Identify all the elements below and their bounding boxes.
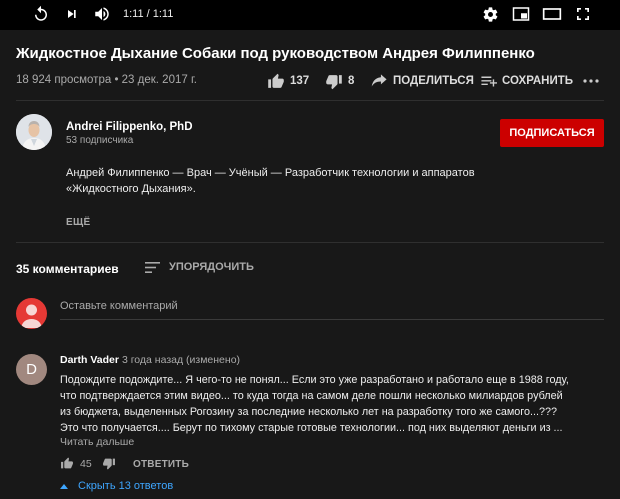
comment-count: 35 комментариев xyxy=(16,262,119,276)
save-label: СОХРАНИТЬ xyxy=(502,75,574,87)
description-line: Андрей Филиппенко — Врач — Учёный — Разр… xyxy=(66,167,475,179)
view-count-date: 18 924 просмотра • 23 дек. 2017 г. xyxy=(16,74,197,86)
thumbs-down-icon xyxy=(326,74,342,89)
comment-timestamp[interactable]: 3 года назад (изменено) xyxy=(122,354,240,366)
replay-button[interactable] xyxy=(30,4,52,24)
comment-header: Darth Vader 3 года назад (изменено) xyxy=(60,354,240,366)
comment-line: Подождите подождите... Я чего-то не поня… xyxy=(60,374,569,386)
user-icon xyxy=(21,304,42,328)
thumbs-up-icon xyxy=(268,73,284,88)
video-title: Жидкостное Дыхание Собаки под руководств… xyxy=(16,45,535,62)
read-more-link[interactable]: Читать дальше xyxy=(60,436,134,448)
theater-mode-button[interactable] xyxy=(540,4,564,24)
channel-name[interactable]: Andrei Filippenko, PhD xyxy=(66,121,193,133)
comment-author-avatar[interactable]: D xyxy=(16,354,47,385)
sort-icon xyxy=(145,261,160,273)
miniplayer-button[interactable] xyxy=(510,4,532,24)
toggle-replies-button[interactable]: Скрыть 13 ответов xyxy=(60,480,173,492)
toggle-replies-label: Скрыть 13 ответов xyxy=(78,480,174,492)
comment-line: что подтверждается этим видео... то куда… xyxy=(60,390,563,402)
divider xyxy=(16,242,604,243)
fullscreen-icon xyxy=(577,8,589,20)
miniplayer-icon xyxy=(512,7,530,21)
comment-like-count: 45 xyxy=(80,457,92,470)
more-icon xyxy=(583,79,599,83)
more-actions-button[interactable] xyxy=(583,70,604,92)
theater-icon xyxy=(542,8,562,20)
show-more-button[interactable]: ЕЩЁ xyxy=(66,217,90,228)
next-button[interactable] xyxy=(61,4,83,24)
save-button[interactable]: СОХРАНИТЬ xyxy=(480,70,573,92)
share-label: ПОДЕЛИТЬСЯ xyxy=(393,75,474,87)
volume-button[interactable] xyxy=(91,4,113,24)
like-count: 137 xyxy=(290,75,310,87)
player-controls: 1:11 / 1:11 xyxy=(0,0,620,30)
user-avatar xyxy=(16,298,47,329)
divider xyxy=(16,100,604,101)
add-comment-input[interactable]: Оставьте комментарий xyxy=(60,300,604,320)
caret-up-icon xyxy=(60,483,68,489)
dislike-button[interactable]: 8 xyxy=(325,70,354,92)
like-button[interactable]: 137 xyxy=(267,70,309,92)
comment-text: Подождите подождите... Я чего-то не поня… xyxy=(60,372,590,436)
time-display: 1:11 / 1:11 xyxy=(123,8,174,20)
next-icon xyxy=(68,10,76,18)
channel-avatar-photo xyxy=(16,114,52,150)
channel-avatar[interactable] xyxy=(16,114,52,150)
comment-line: Это что получается.... Берут по тихому с… xyxy=(60,422,563,434)
playlist-add-icon xyxy=(481,76,497,86)
thumbs-up-icon xyxy=(61,457,73,469)
replay-icon xyxy=(35,5,47,21)
comment-line: из бюджета, выделенных Рогозину за после… xyxy=(60,406,557,418)
reply-button[interactable]: ОТВЕТИТЬ xyxy=(133,459,189,470)
video-description: Андрей Филиппенко — Врач — Учёный — Разр… xyxy=(66,165,506,197)
share-button[interactable]: ПОДЕЛИТЬСЯ xyxy=(371,70,474,92)
subscribe-button[interactable]: ПОДПИСАТЬСЯ xyxy=(500,119,604,147)
share-icon xyxy=(371,73,387,86)
comment-like-button[interactable]: 45 xyxy=(60,457,92,470)
subscriber-count: 53 подписчика xyxy=(66,135,134,146)
fullscreen-button[interactable] xyxy=(572,4,594,24)
settings-icon xyxy=(483,6,497,22)
dislike-count: 8 xyxy=(348,75,355,87)
description-line: «Жидкостного Дыхания». xyxy=(66,183,196,195)
sort-comments-button[interactable]: УПОРЯДОЧИТЬ xyxy=(145,261,254,273)
sort-label: УПОРЯДОЧИТЬ xyxy=(169,261,254,273)
volume-icon xyxy=(95,7,109,21)
comment-dislike-button[interactable] xyxy=(102,457,116,475)
comment-author[interactable]: Darth Vader xyxy=(60,354,119,366)
settings-button[interactable] xyxy=(479,4,501,24)
thumbs-down-icon xyxy=(103,458,115,470)
